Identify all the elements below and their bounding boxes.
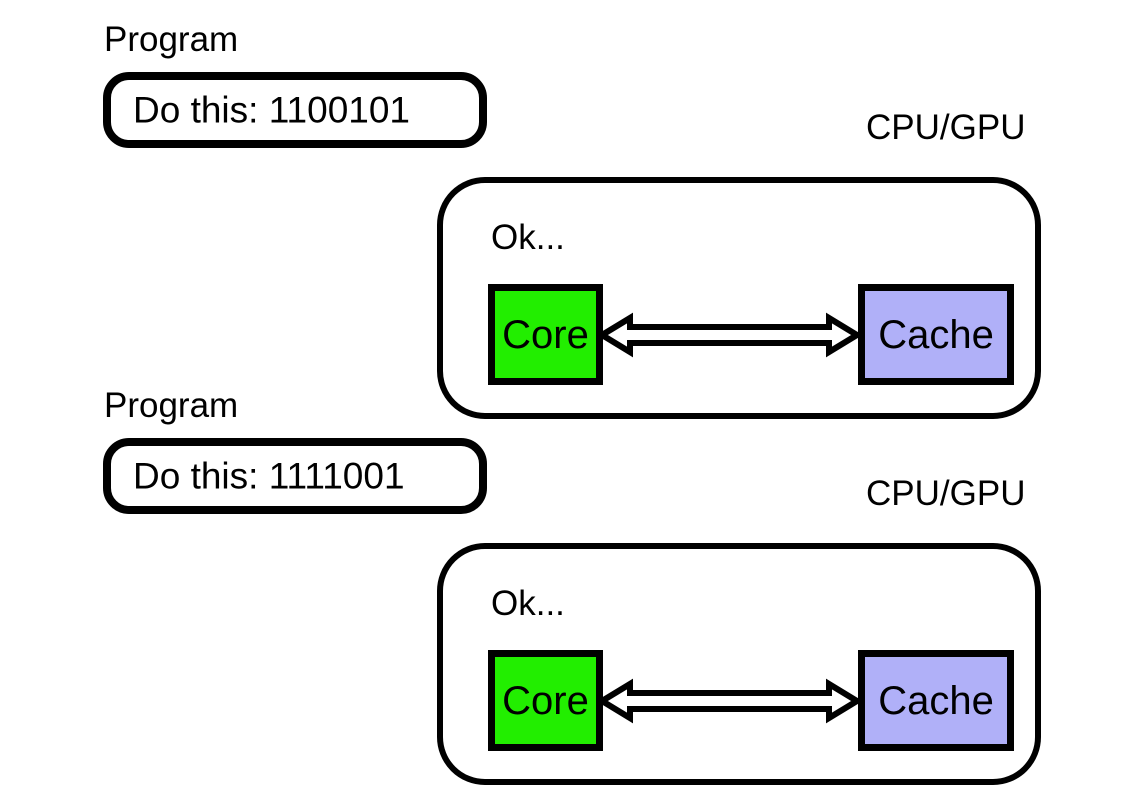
program-box-1[interactable]: Do this: 1100101 (103, 72, 487, 148)
cache-label-1: Cache (878, 312, 994, 357)
cpu-gpu-container-2[interactable]: Ok... Core Cache (437, 543, 1041, 785)
double-headed-arrow-icon-2 (596, 678, 863, 724)
core-block-2[interactable]: Core (488, 650, 603, 751)
cpu-status-text-2: Ok... (491, 584, 565, 623)
program-instruction-1: Do this: 1100101 (133, 89, 411, 131)
cpu-status-text-1: Ok... (491, 218, 565, 257)
core-block-1[interactable]: Core (488, 284, 603, 385)
core-cache-link-1 (596, 312, 863, 358)
cache-block-1[interactable]: Cache (858, 284, 1014, 385)
program-label-1: Program (104, 20, 239, 59)
program-instruction-2: Do this: 1111001 (133, 455, 405, 497)
program-box-2[interactable]: Do this: 1111001 (103, 438, 487, 514)
diagram-canvas: Program Do this: 1100101 CPU/GPU Ok... C… (0, 0, 1130, 802)
cache-label-2: Cache (878, 678, 994, 723)
cpu-gpu-label-1: CPU/GPU (866, 108, 1026, 147)
cpu-gpu-container-1[interactable]: Ok... Core Cache (437, 177, 1041, 419)
cache-block-2[interactable]: Cache (858, 650, 1014, 751)
core-label-2: Core (502, 678, 589, 723)
core-label-1: Core (502, 312, 589, 357)
core-cache-link-2 (596, 678, 863, 724)
program-label-2: Program (104, 386, 239, 425)
double-headed-arrow-icon-1 (596, 312, 863, 358)
cpu-gpu-label-2: CPU/GPU (866, 474, 1026, 513)
